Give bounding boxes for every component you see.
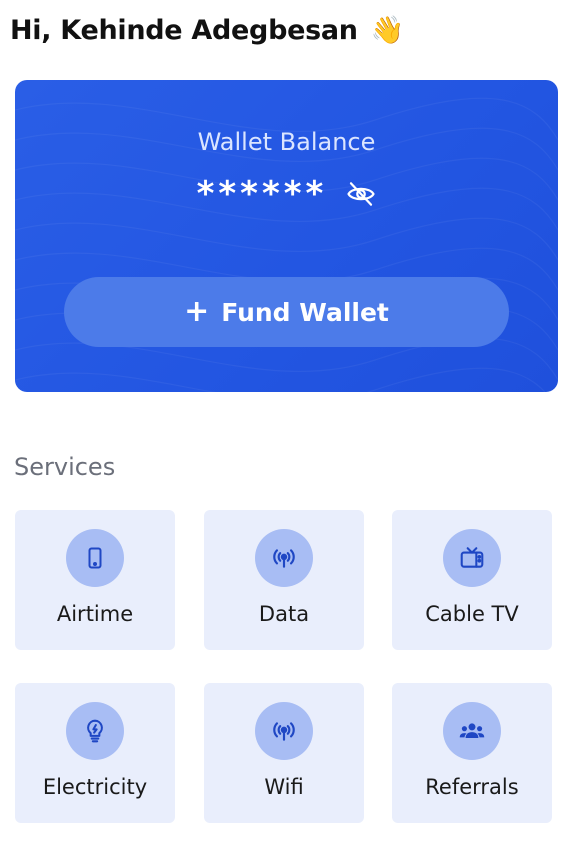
- wallet-card: Wallet Balance ****** + Fund Wallet: [15, 80, 558, 392]
- eye-off-icon[interactable]: [346, 179, 376, 209]
- service-tile-airtime[interactable]: Airtime: [15, 510, 175, 650]
- service-tile-wifi[interactable]: Wifi: [204, 683, 364, 823]
- service-label: Electricity: [42, 775, 148, 799]
- people-icon: [443, 702, 501, 760]
- greeting-text: Hi, Kehinde Adegbesan: [10, 15, 358, 46]
- fund-wallet-button[interactable]: + Fund Wallet: [64, 277, 509, 347]
- lightbulb-icon: [66, 702, 124, 760]
- wallet-balance-row: ******: [15, 174, 558, 214]
- service-tile-data[interactable]: Data: [204, 510, 364, 650]
- service-label: Cable TV: [425, 602, 519, 626]
- service-label: Wifi: [264, 775, 304, 799]
- service-label: Airtime: [56, 602, 134, 626]
- service-tile-cable-tv[interactable]: Cable TV: [392, 510, 552, 650]
- plus-icon: +: [184, 294, 210, 329]
- service-label: Referrals: [425, 775, 519, 799]
- phone-icon: [66, 529, 124, 587]
- broadcast-icon: [255, 529, 313, 587]
- wifi-broadcast-icon: [255, 702, 313, 760]
- waving-hand-icon: 👋: [370, 15, 405, 46]
- fund-wallet-label: Fund Wallet: [221, 297, 389, 327]
- tv-icon: [443, 529, 501, 587]
- greeting-header: Hi, Kehinde Adegbesan 👋: [10, 14, 404, 46]
- wallet-balance-value: ******: [196, 174, 328, 214]
- wallet-balance-label: Wallet Balance: [197, 128, 376, 156]
- service-label: Data: [258, 602, 310, 626]
- service-tile-electricity[interactable]: Electricity: [15, 683, 175, 823]
- services-heading: Services: [14, 453, 116, 481]
- service-tile-referrals[interactable]: Referrals: [392, 683, 552, 823]
